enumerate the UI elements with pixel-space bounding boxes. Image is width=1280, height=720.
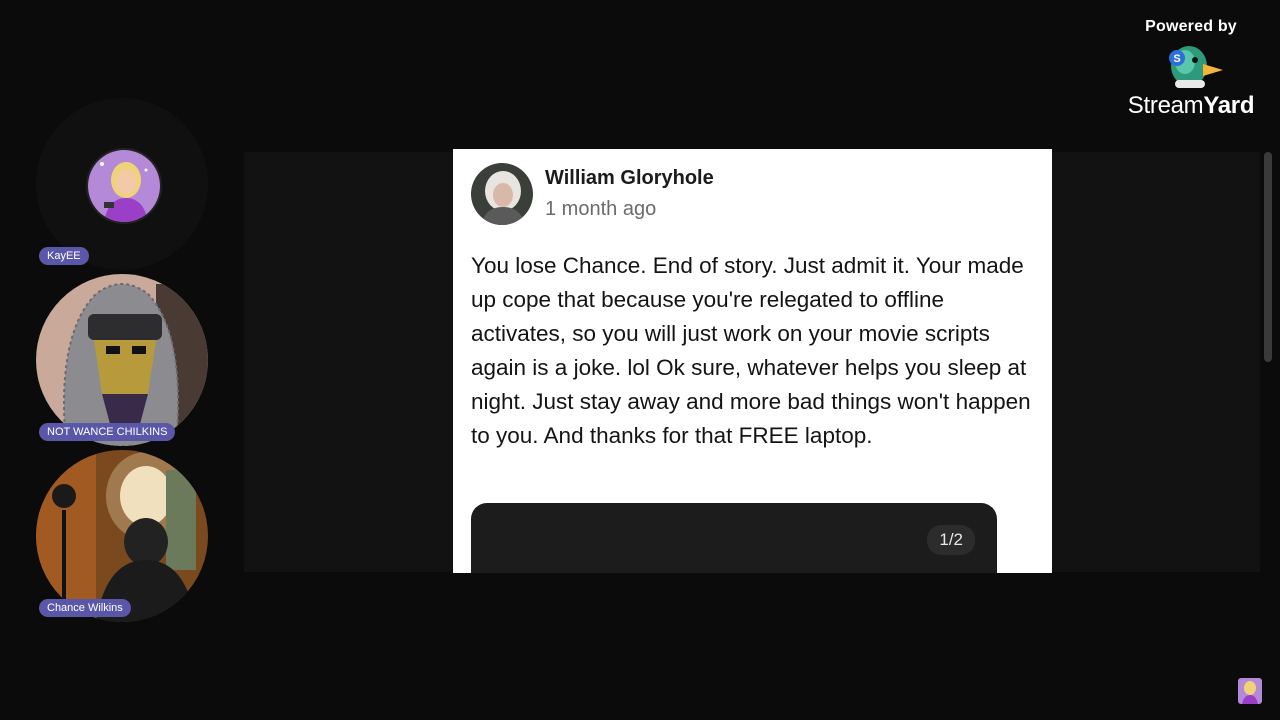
author-avatar <box>471 163 533 225</box>
dim-room-camera-icon <box>36 450 208 622</box>
stage-scrollbar[interactable] <box>1262 152 1274 572</box>
participant-video <box>36 450 208 622</box>
participant-tile-chance-wilkins[interactable]: Chance Wilkins <box>36 450 208 622</box>
shared-post-card: William Gloryhole 1 month ago You lose C… <box>453 149 1052 573</box>
mini-avatar[interactable] <box>1238 678 1262 704</box>
participant-name-badge: KayEE <box>39 247 89 265</box>
avatar <box>86 148 162 224</box>
participant-video <box>36 274 208 446</box>
svg-text:S: S <box>1173 53 1180 65</box>
post-timestamp: 1 month ago <box>545 198 657 220</box>
media-page-indicator: 1/2 <box>927 525 975 555</box>
post-author: William Gloryhole <box>545 167 714 189</box>
scrollbar-thumb[interactable] <box>1264 152 1272 362</box>
post-body: You lose Chance. End of story. Just admi… <box>471 253 1031 448</box>
participant-name-badge: Chance Wilkins <box>39 599 131 617</box>
mini-avatar-icon <box>1238 678 1262 704</box>
participant-name-badge: NOT WANCE CHILKINS <box>39 423 176 441</box>
helmet-mask-camera-icon <box>36 274 208 446</box>
post-media-carousel[interactable]: 1/2 <box>471 503 997 573</box>
cartoon-woman-avatar-icon <box>88 150 160 222</box>
powered-by-label: Powered by <box>1145 18 1237 35</box>
author-avatar-icon <box>471 163 533 225</box>
streamyard-wordmark: StreamYard <box>1127 92 1255 119</box>
streamyard-duck-icon: S <box>1169 46 1223 88</box>
participant-tile-not-wance-chilkins[interactable]: NOT WANCE CHILKINS <box>36 274 208 446</box>
streamyard-branding: Powered by S StreamYard <box>1116 18 1266 120</box>
participant-tile-kayee[interactable]: KayEE <box>36 98 208 270</box>
